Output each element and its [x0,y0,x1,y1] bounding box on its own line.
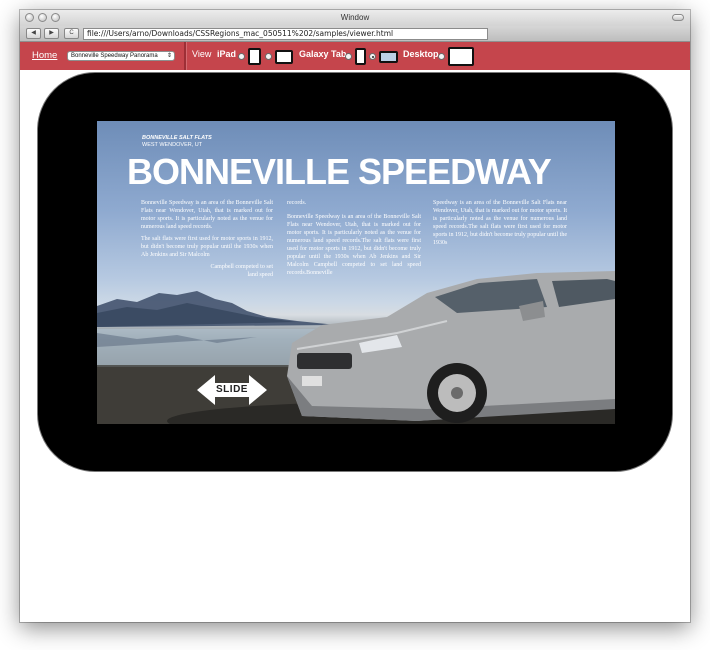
article-screen[interactable]: BONNEVILLE SALT FLATS WEST WENDOVER, UT … [97,121,615,424]
column-1-paragraph-1: Bonneville Speedway is an area of the Bo… [141,200,273,230]
galaxy-landscape-radio[interactable] [369,53,376,60]
reload-icon: C [69,30,74,36]
galaxy-portrait-icon [355,48,366,65]
desktop-label: Desktop [403,49,439,59]
close-window-button[interactable] [25,13,34,22]
back-arrow-icon: ◀ [31,30,36,36]
ipad-label: iPad [217,49,237,59]
article-kicker: BONNEVILLE SALT FLATS WEST WENDOVER, UT [142,135,212,149]
article-column-1: Bonneville Speedway is an area of the Bo… [141,199,273,283]
forward-arrow-icon: ▶ [49,30,54,36]
article-column-2: records. Bonneville Speedway is an area … [287,199,421,281]
galaxy-tab-label: Galaxy Tab [299,49,347,59]
viewer-nav-bar: Home Bonneville Speedway Panorama ⇕ View… [20,42,690,70]
minimize-window-button[interactable] [38,13,47,22]
forward-button[interactable]: ▶ [44,28,59,39]
browser-toolbar: ◀ ▶ C file:///Users/arno/Downloads/CSSRe… [20,26,690,42]
nav-divider [184,42,186,70]
view-label: View [192,49,212,59]
select-arrows-icon: ⇕ [166,53,172,59]
galaxy-portrait-radio[interactable] [345,53,352,60]
sample-select-value: Bonneville Speedway Panorama [71,53,158,59]
article-column-3: Speedway is an area of the Bonneville Sa… [433,199,567,251]
window-title: Window [340,13,370,22]
kicker-city: WEST WENDOVER, UT [142,142,203,148]
column-1-paragraph-3: Campbell competed to set land speed [210,264,273,278]
slide-label: SLIDE [216,384,248,395]
column-1-paragraph-2: The salt flats were first used for motor… [141,236,273,258]
browser-window: Window ◀ ▶ C file:///Users/arno/Download… [20,10,690,622]
desktop-icon [448,47,474,66]
ipad-landscape-radio[interactable] [265,53,272,60]
toolbar-toggle-button[interactable] [672,14,684,21]
zoom-window-button[interactable] [51,13,60,22]
column-2-paragraph-2: Bonneville Speedway is an area of the Bo… [287,214,421,276]
kicker-location: BONNEVILLE SALT FLATS [142,135,212,141]
ipad-landscape-icon [275,50,293,64]
reload-button[interactable]: C [64,28,79,39]
ipad-portrait-icon [248,48,261,65]
address-bar[interactable]: file:///Users/arno/Downloads/CSSRegions_… [83,28,488,40]
desktop-radio[interactable] [438,53,445,60]
column-3-paragraph-1: Speedway is an area of the Bonneville Sa… [433,200,567,246]
sample-select[interactable]: Bonneville Speedway Panorama ⇕ [67,51,175,61]
back-button[interactable]: ◀ [26,28,41,39]
home-link[interactable]: Home [32,50,57,61]
galaxy-landscape-icon [379,51,398,63]
title-bar: Window [20,10,690,26]
article-headline: BONNEVILLE SPEEDWAY [127,151,552,192]
column-2-paragraph-1: records. [287,200,307,206]
galaxy-tab-device-frame: BONNEVILLE SALT FLATS WEST WENDOVER, UT … [37,72,673,472]
ipad-portrait-radio[interactable] [238,53,245,60]
